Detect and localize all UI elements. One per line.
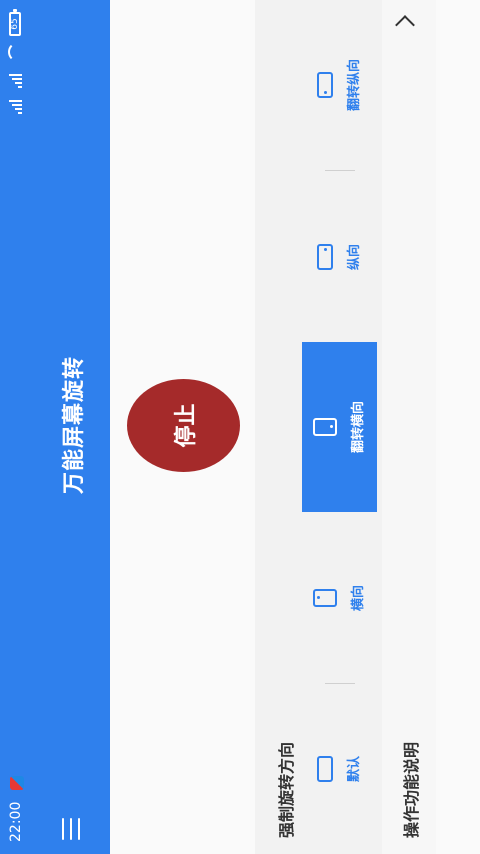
menu-icon[interactable] (62, 818, 80, 840)
force-rotation-section: 强制旋转方向 默认 横向 翻转横向 纵向 翻转纵向 (255, 0, 382, 854)
signal-icon (8, 98, 22, 114)
option-reverse-portrait[interactable]: 翻转纵向 (302, 0, 377, 170)
option-divider (325, 170, 355, 171)
bottom-area (436, 0, 480, 854)
option-default[interactable]: 默认 (302, 684, 377, 854)
signal-icon-2 (8, 72, 22, 88)
option-divider (325, 683, 355, 684)
option-label: 翻转横向 (351, 401, 366, 454)
option-label: 翻转纵向 (347, 59, 362, 112)
chevron-up-icon[interactable] (395, 15, 415, 35)
help-section[interactable]: 操作功能说明 (382, 0, 436, 854)
main-panel: 停止 (110, 0, 255, 854)
stop-button[interactable]: 停止 (127, 379, 240, 472)
app-title: 万能屏幕旋转 (62, 355, 87, 494)
landscape-device-icon (317, 756, 333, 782)
status-bar: 22:00 65 (0, 0, 36, 854)
option-label: 默认 (347, 756, 362, 783)
portrait-device-icon (313, 418, 337, 436)
help-title: 操作功能说明 (402, 741, 421, 838)
rotation-options: 默认 横向 翻转横向 纵向 翻转纵向 (302, 0, 377, 854)
option-landscape[interactable]: 横向 (302, 513, 377, 683)
app-screen: 22:00 65 万能屏幕旋转 停止 强制旋转方向 默认 横向 翻转横向 纵向 … (0, 0, 480, 854)
status-indicators: 65 (8, 12, 22, 114)
option-reverse-landscape[interactable]: 翻转横向 (302, 342, 377, 512)
status-time: 22:00 (8, 801, 24, 842)
landscape-device-icon (317, 72, 333, 98)
wifi-icon (8, 46, 22, 62)
section-title: 强制旋转方向 (277, 741, 296, 838)
battery-icon: 65 (9, 12, 21, 36)
option-portrait[interactable]: 纵向 (302, 172, 377, 342)
notification-app-icon (10, 776, 24, 790)
option-label: 纵向 (347, 244, 362, 271)
landscape-device-icon (317, 244, 333, 270)
option-label: 横向 (351, 585, 366, 612)
portrait-device-icon (313, 589, 337, 607)
app-bar: 万能屏幕旋转 (36, 0, 110, 854)
